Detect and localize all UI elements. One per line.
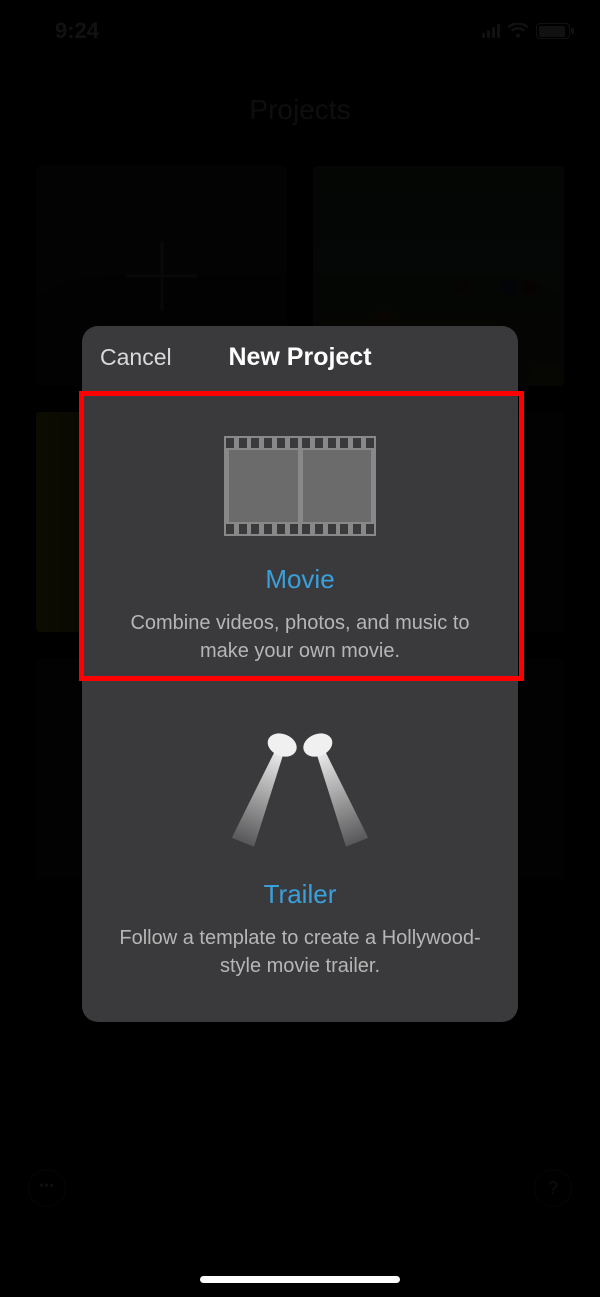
home-indicator[interactable] (200, 1276, 400, 1283)
spotlights-icon (114, 741, 486, 861)
sheet-header: Cancel New Project (82, 326, 518, 388)
option-trailer[interactable]: Trailer Follow a template to create a Ho… (82, 707, 518, 1022)
filmstrip-icon (114, 426, 486, 546)
cancel-button[interactable]: Cancel (100, 326, 172, 388)
option-movie-description: Combine videos, photos, and music to mak… (114, 609, 486, 665)
option-movie[interactable]: Movie Combine videos, photos, and music … (82, 388, 518, 707)
option-trailer-description: Follow a template to create a Hollywood-… (114, 924, 486, 980)
option-trailer-title: Trailer (114, 879, 486, 910)
sheet-title: New Project (228, 343, 371, 372)
option-movie-title: Movie (114, 564, 486, 595)
new-project-sheet: Cancel New Project Movie Combine videos,… (82, 326, 518, 1022)
